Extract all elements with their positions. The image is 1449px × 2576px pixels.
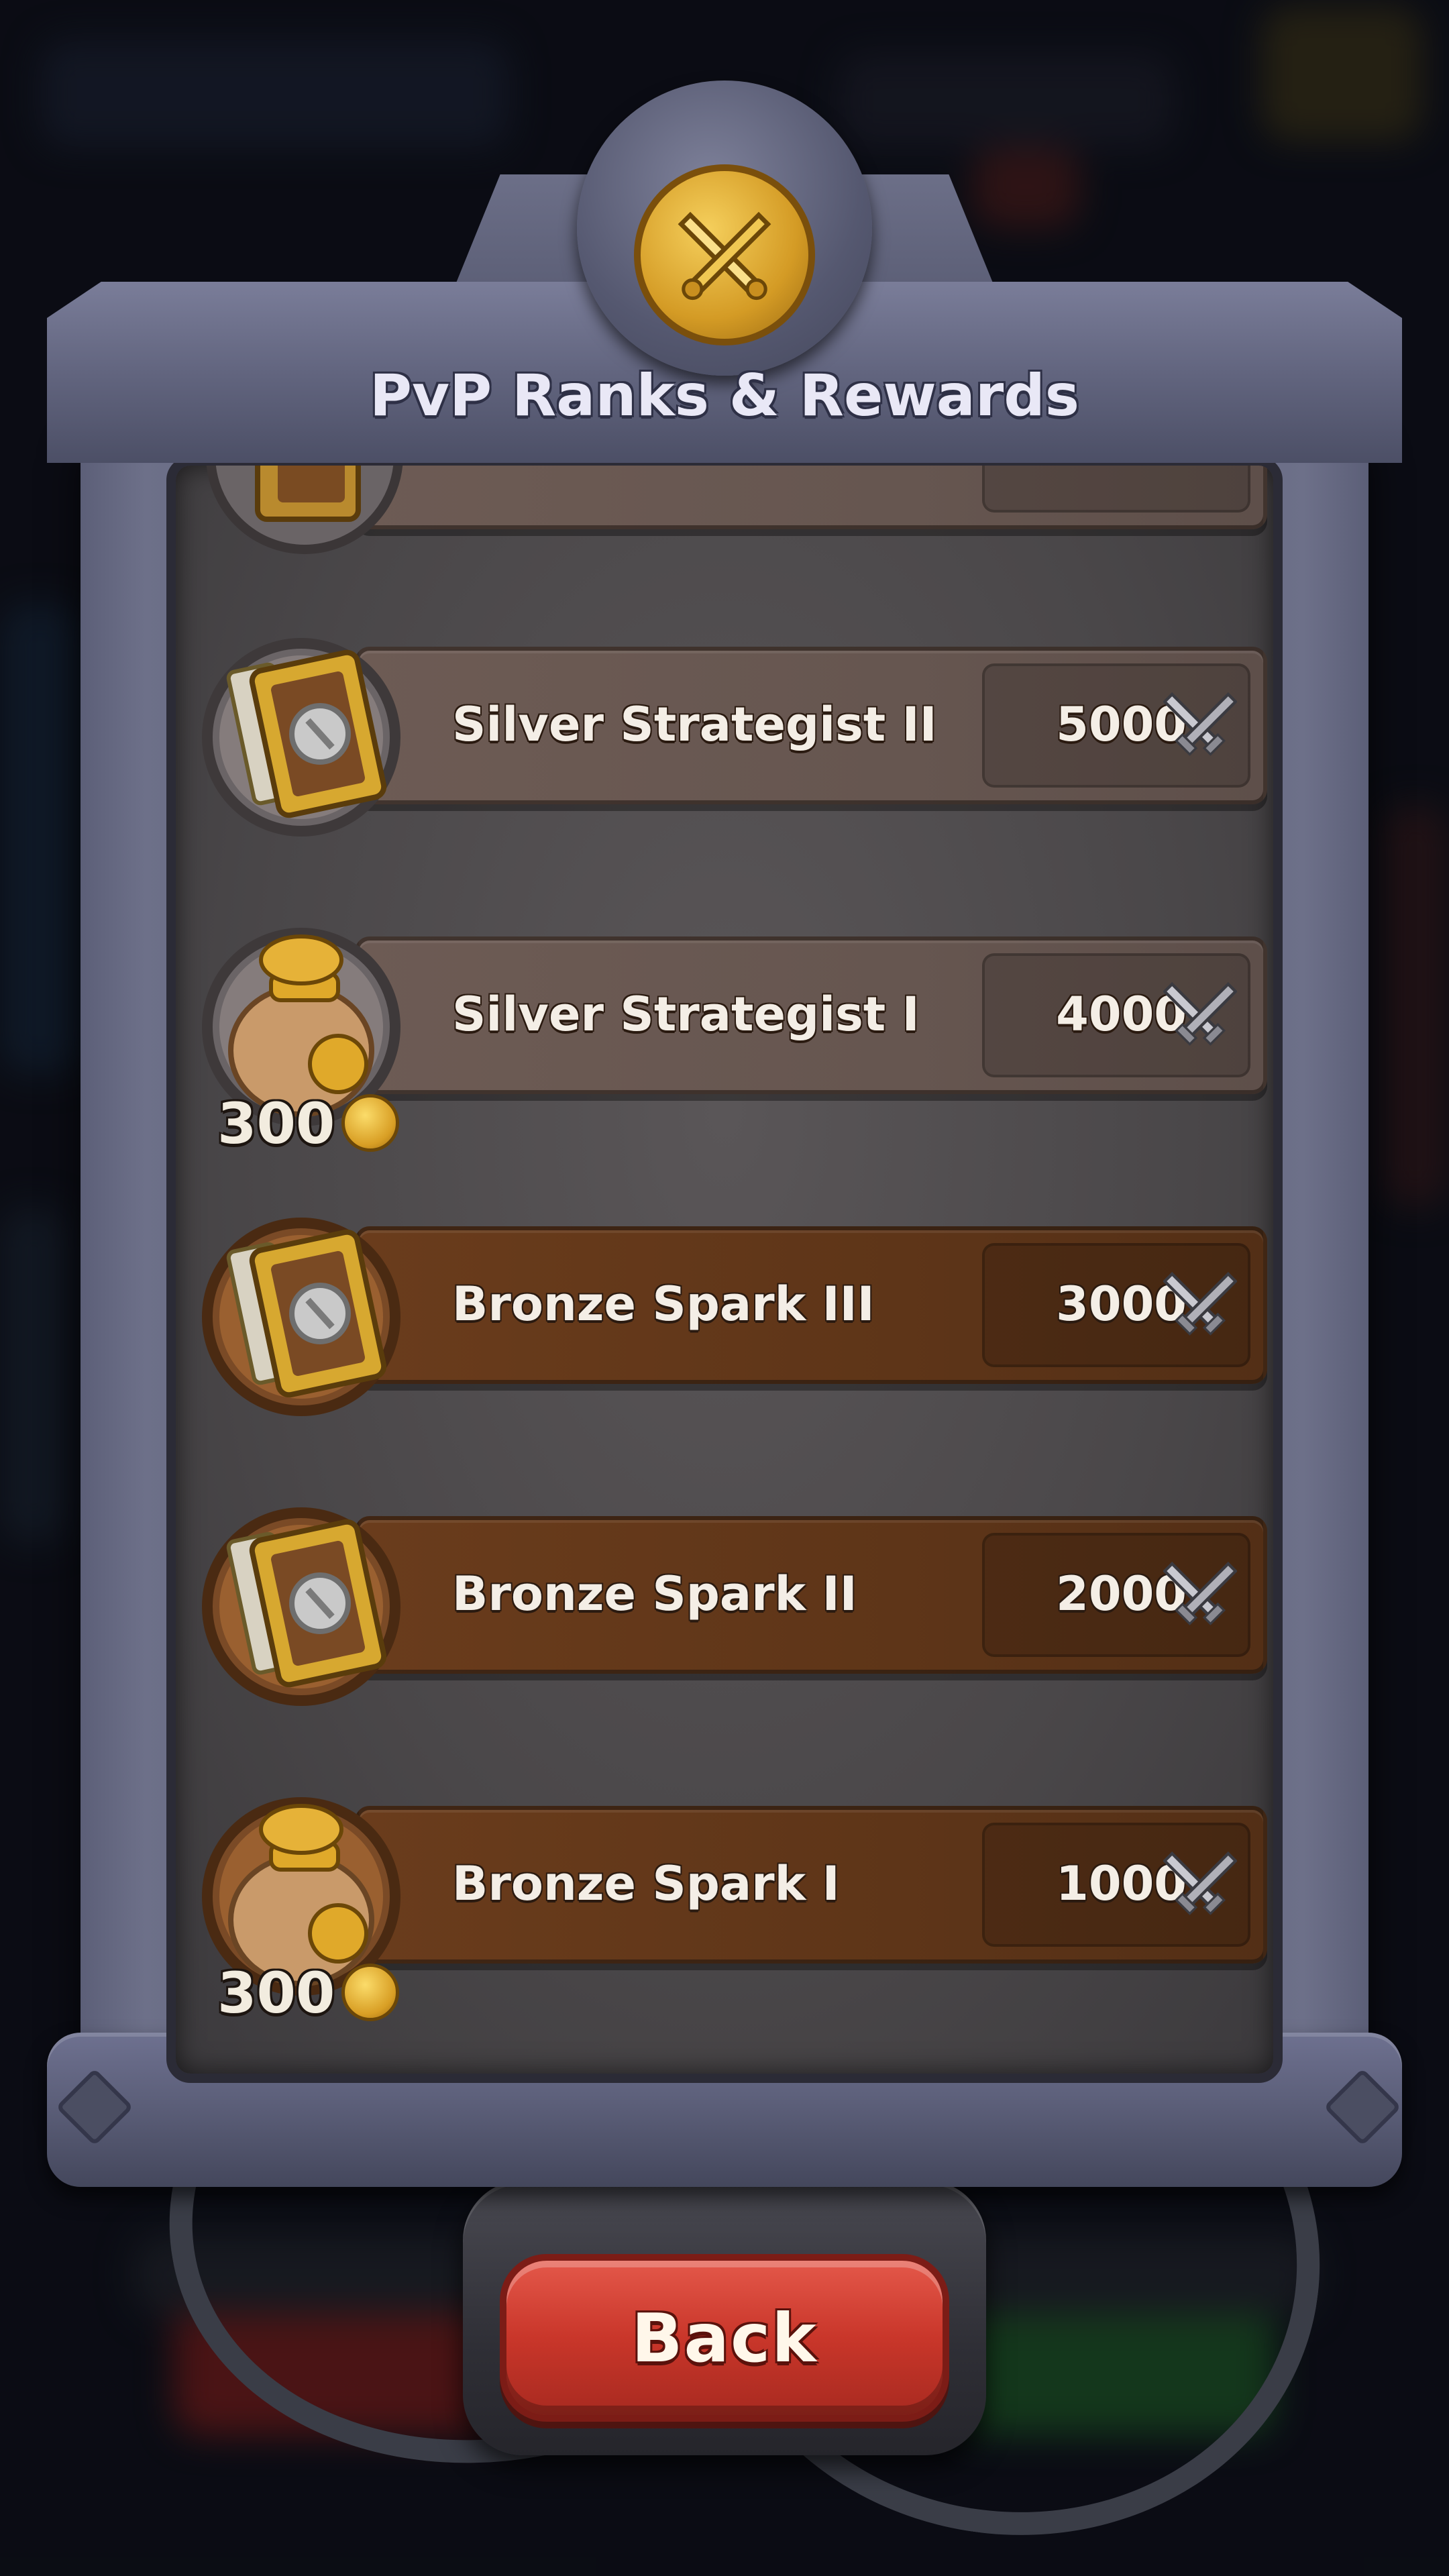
rank-name: Silver Strategist I xyxy=(452,987,920,1042)
rank-row: Bronze Spark III 3000 xyxy=(201,1199,1267,1416)
rank-row: Bronze Spark II 2000 xyxy=(201,1489,1267,1706)
rank-name: Bronze Spark II xyxy=(452,1566,857,1621)
crossed-swords-icon xyxy=(1163,1271,1237,1336)
back-button[interactable]: Back xyxy=(500,2254,949,2422)
reward-amount: 300 xyxy=(217,1091,335,1157)
book-icon xyxy=(202,638,400,837)
rank-row-partial xyxy=(201,466,1267,554)
coin-icon xyxy=(341,1094,399,1152)
crossed-swords-medallion-icon xyxy=(634,164,815,345)
rank-name: Bronze Spark III xyxy=(452,1277,875,1332)
rank-row: Silver Strategist II 5000 xyxy=(201,620,1267,837)
crossed-swords-icon xyxy=(1163,1851,1237,1915)
crossed-swords-icon xyxy=(1163,692,1237,756)
rank-name: Silver Strategist II xyxy=(452,697,937,752)
book-icon xyxy=(202,1507,400,1706)
crossed-swords-icon xyxy=(1163,981,1237,1046)
back-button-label: Back xyxy=(631,2298,818,2377)
ranks-list[interactable]: Silver Strategist II 5000 Silver Strateg… xyxy=(166,456,1283,2083)
reward-amount: 300 xyxy=(217,1960,335,2026)
crossed-swords-icon xyxy=(1163,1561,1237,1625)
book-icon xyxy=(202,1218,400,1416)
rank-row: Silver Strategist I 4000 300 xyxy=(201,910,1267,1157)
rank-row: Bronze Spark I 1000 300 xyxy=(201,1779,1267,2026)
page-title: PvP Ranks & Rewards xyxy=(370,362,1079,429)
coin-icon xyxy=(341,1964,399,2021)
rank-name: Bronze Spark I xyxy=(452,1856,840,1911)
